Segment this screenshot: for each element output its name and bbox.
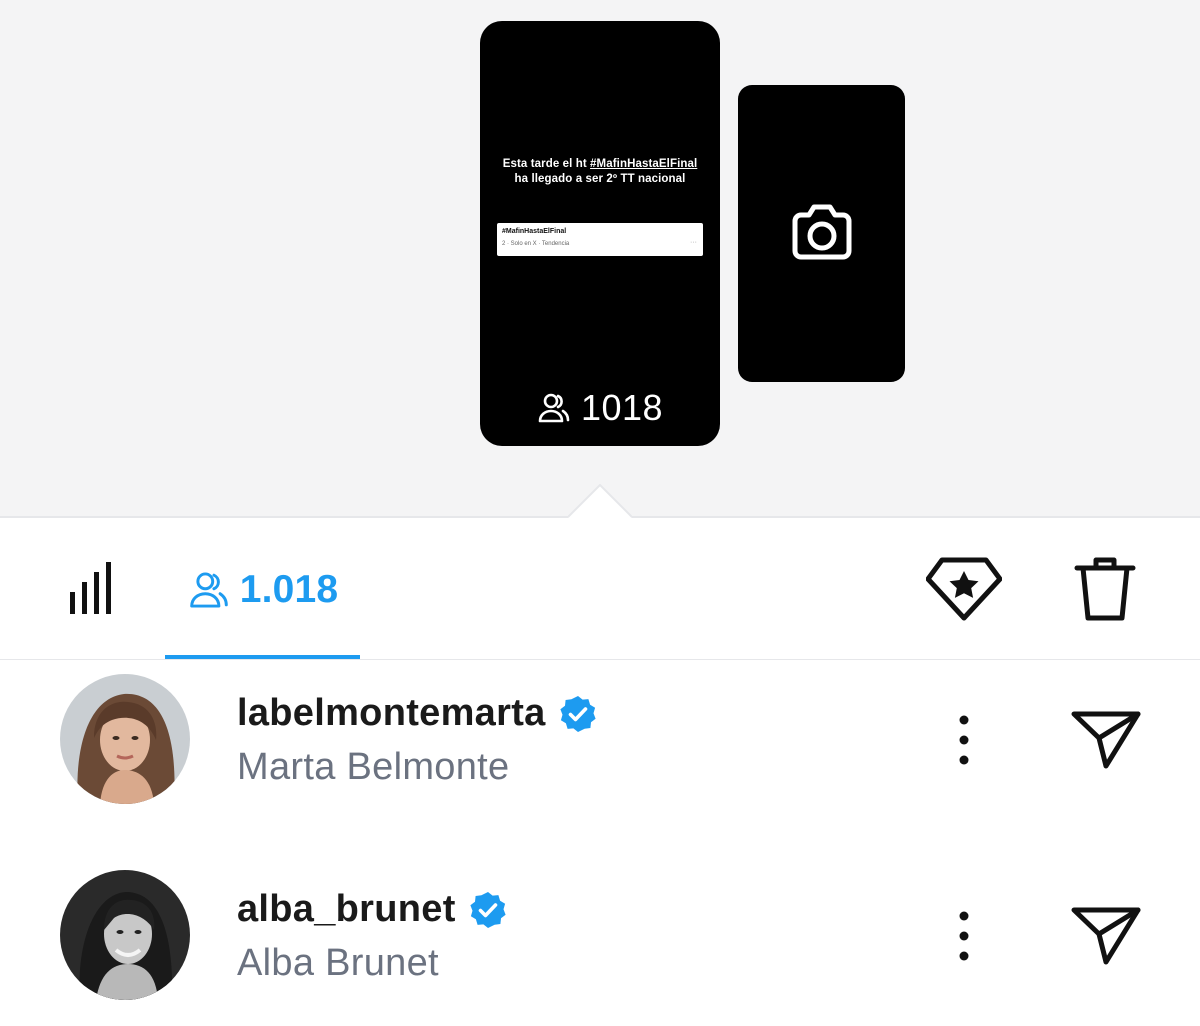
send-icon[interactable] bbox=[1070, 708, 1142, 772]
trend-title: #MafinHastaElFinal bbox=[502, 228, 567, 235]
camera-icon bbox=[792, 204, 852, 260]
trend-card: #MafinHastaElFinal 2 · Solo en X · Tende… bbox=[497, 223, 703, 256]
viewers-icon bbox=[189, 572, 228, 608]
selected-story-pointer bbox=[568, 484, 632, 518]
diamond-star-icon[interactable] bbox=[926, 556, 1002, 622]
story-caption-line2: ha llegado a ser 2º TT nacional bbox=[514, 173, 686, 185]
viewer-username-line: alba_brunet bbox=[237, 888, 508, 931]
story-hashtag: #MafinHastaElFinal bbox=[590, 158, 698, 170]
toolbar-divider bbox=[0, 659, 1200, 660]
more-vertical-icon[interactable] bbox=[948, 712, 980, 768]
story-viewer-count-value: 1018 bbox=[580, 387, 664, 428]
verified-badge-icon bbox=[470, 891, 506, 928]
viewer-display-name: Alba Brunet bbox=[237, 942, 439, 984]
viewer-username: labelmontemarta bbox=[237, 692, 546, 734]
avatar[interactable] bbox=[60, 674, 190, 804]
avatar[interactable] bbox=[60, 870, 190, 1000]
send-icon[interactable] bbox=[1070, 904, 1142, 968]
trend-subtitle: 2 · Solo en X · Tendencia bbox=[502, 241, 570, 247]
story-caption-line1: Esta tarde el ht bbox=[502, 158, 591, 170]
viewer-row[interactable]: labelmontemarta Marta Belmonte bbox=[0, 670, 1200, 830]
more-vertical-icon[interactable] bbox=[948, 908, 980, 964]
story-viewer-count: 1018 bbox=[480, 386, 720, 430]
viewer-display-name: Marta Belmonte bbox=[237, 746, 510, 788]
viewers-icon bbox=[538, 393, 570, 423]
story-thumbnail-current[interactable]: Esta tarde el ht #MafinHastaElFinal ha l… bbox=[480, 21, 720, 446]
trash-icon[interactable] bbox=[1074, 556, 1136, 622]
tab-viewers[interactable]: 1.018 bbox=[166, 560, 360, 620]
story-caption: Esta tarde el ht #MafinHastaElFinal ha l… bbox=[480, 157, 720, 187]
trend-more: ··· bbox=[690, 239, 697, 246]
viewer-username-line: labelmontemarta bbox=[237, 692, 598, 735]
verified-badge-icon bbox=[559, 695, 596, 732]
viewer-username: alba_brunet bbox=[237, 888, 456, 930]
story-thumbnail-next[interactable] bbox=[738, 85, 905, 382]
viewer-row[interactable]: alba_brunet Alba Brunet bbox=[0, 866, 1200, 1026]
viewers-tab-count: 1.018 bbox=[239, 568, 339, 611]
bar-chart-icon[interactable] bbox=[68, 558, 122, 616]
